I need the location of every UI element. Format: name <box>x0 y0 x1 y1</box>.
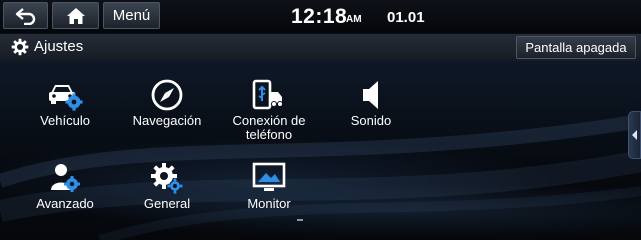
chevron-left-icon <box>632 130 637 140</box>
tile-label-navigation: Navegación <box>132 113 202 128</box>
back-button[interactable] <box>3 2 48 29</box>
speaker-icon <box>363 81 378 109</box>
tile-vehicle[interactable]: Vehículo <box>15 79 115 128</box>
vehicle-settings-icon <box>49 85 83 111</box>
tile-sound[interactable]: Sonido <box>321 79 421 128</box>
date-display: 01.01 <box>387 9 425 26</box>
tile-label-general: General <box>143 196 191 211</box>
tile-label-sound: Sonido <box>350 113 392 128</box>
tile-phone-connection[interactable]: Conexión de teléfono <box>219 79 319 142</box>
tile-label-advanced: Avanzado <box>36 196 94 211</box>
menu-button[interactable]: Menú <box>103 2 160 29</box>
tile-label-phone-connection: Conexión de teléfono <box>232 113 306 142</box>
home-icon <box>66 7 85 24</box>
tile-label-vehicle: Vehículo <box>40 113 90 128</box>
home-button[interactable] <box>52 2 99 29</box>
menu-button-label: Menú <box>112 7 151 24</box>
tile-monitor[interactable]: Monitor <box>219 162 319 211</box>
page-title: Ajustes <box>34 38 84 55</box>
tile-navigation[interactable]: Navegación <box>117 79 217 128</box>
tile-advanced[interactable]: Avanzado <box>15 162 115 211</box>
compass-icon <box>151 79 183 111</box>
screen-off-label: Pantalla apagada <box>525 40 627 55</box>
page-indicator <box>297 219 303 221</box>
tile-general[interactable]: General <box>117 162 217 211</box>
user-settings-icon <box>51 164 80 192</box>
settings-grid: Vehículo Navegación Conexión de teléfono… <box>0 61 641 240</box>
side-panel-handle[interactable] <box>628 111 641 159</box>
clock-time: 12:18 <box>291 5 348 28</box>
monitor-icon <box>252 162 286 191</box>
back-arrow-icon <box>15 7 35 25</box>
gear-icon <box>11 38 29 56</box>
status-bar: Menú 12:18 AM 01.01 <box>0 0 641 33</box>
tile-label-monitor: Monitor <box>247 196 291 211</box>
screen-off-button[interactable]: Pantalla apagada <box>516 36 636 59</box>
clock-ampm: AM <box>346 14 362 25</box>
gears-icon <box>151 163 183 194</box>
title-bar: Ajustes Pantalla apagada <box>0 33 641 61</box>
phone-connection-icon <box>252 79 283 110</box>
